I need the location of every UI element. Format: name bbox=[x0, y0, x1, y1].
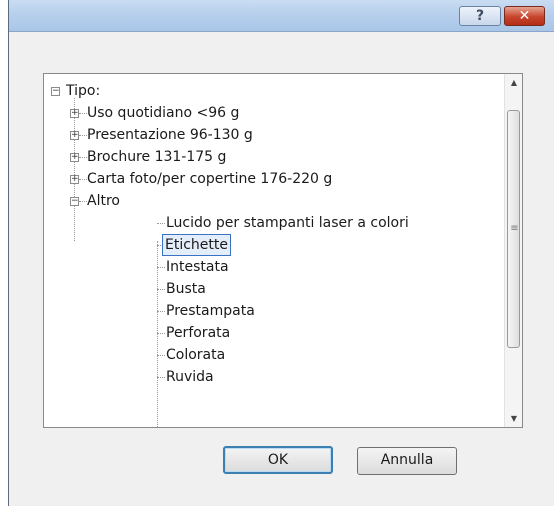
grip-icon: ≡ bbox=[510, 223, 519, 234]
tree-connector bbox=[79, 113, 87, 114]
tree-node-label: Uso quotidiano <96 g bbox=[87, 105, 240, 121]
expand-icon[interactable]: + bbox=[70, 131, 79, 140]
tree-connector bbox=[157, 289, 165, 290]
tree-leaf-label: Lucido per stampanti laser a colori bbox=[166, 215, 409, 231]
tree-connector bbox=[79, 179, 87, 180]
tree-node-label: Altro bbox=[87, 193, 120, 209]
tree-connector bbox=[79, 157, 87, 158]
paper-type-dialog: ? ✕ − Tipo: + Uso quotidiano <96 g + Pre… bbox=[8, 0, 554, 506]
tree-connector bbox=[79, 201, 87, 202]
tree-leaf-label: Busta bbox=[166, 281, 206, 297]
close-icon: ✕ bbox=[518, 8, 531, 24]
tree-connector bbox=[157, 267, 165, 268]
tree-node-label: Presentazione 96-130 g bbox=[87, 127, 253, 143]
tree-node-label: Carta foto/per copertine 176-220 g bbox=[87, 171, 333, 187]
cancel-button[interactable]: Annulla bbox=[357, 447, 457, 475]
tree-connector bbox=[157, 311, 165, 312]
scrollbar-thumb[interactable]: ≡ bbox=[507, 110, 520, 348]
tree-connector bbox=[157, 241, 158, 427]
help-button[interactable]: ? bbox=[459, 6, 501, 26]
expand-icon[interactable]: + bbox=[70, 109, 79, 118]
tree-connector bbox=[157, 377, 165, 378]
tree-leaf-label: Ruvida bbox=[166, 369, 214, 385]
tree-scrollbar[interactable]: ▲ ≡ ▼ bbox=[504, 74, 522, 427]
close-button[interactable]: ✕ bbox=[504, 6, 545, 26]
tree-connector bbox=[157, 223, 165, 224]
tree-connector bbox=[157, 333, 165, 334]
ok-button[interactable]: OK bbox=[223, 446, 333, 474]
title-bar: ? ✕ bbox=[9, 0, 554, 32]
tree-node-label: Tipo: bbox=[66, 83, 101, 99]
tree-leaf-label: Intestata bbox=[166, 259, 229, 275]
collapse-icon[interactable]: − bbox=[70, 197, 79, 206]
scroll-up-icon[interactable]: ▲ bbox=[505, 74, 522, 91]
tree-connector bbox=[79, 135, 87, 136]
tree-connector bbox=[157, 355, 165, 356]
tree-node-label: Brochure 131-175 g bbox=[87, 149, 227, 165]
expand-icon[interactable]: + bbox=[70, 153, 79, 162]
paper-type-tree[interactable]: − Tipo: + Uso quotidiano <96 g + Present… bbox=[43, 73, 523, 428]
tree-connector bbox=[74, 98, 75, 241]
expand-icon[interactable]: + bbox=[70, 175, 79, 184]
collapse-icon[interactable]: − bbox=[51, 87, 60, 96]
tree-leaf-label: Colorata bbox=[166, 347, 226, 363]
tree-leaf-label: Prestampata bbox=[166, 303, 255, 319]
scroll-down-icon[interactable]: ▼ bbox=[505, 410, 522, 427]
tree-leaf-label: Perforata bbox=[166, 325, 231, 341]
tree-leaf-label: Etichette bbox=[162, 234, 231, 256]
